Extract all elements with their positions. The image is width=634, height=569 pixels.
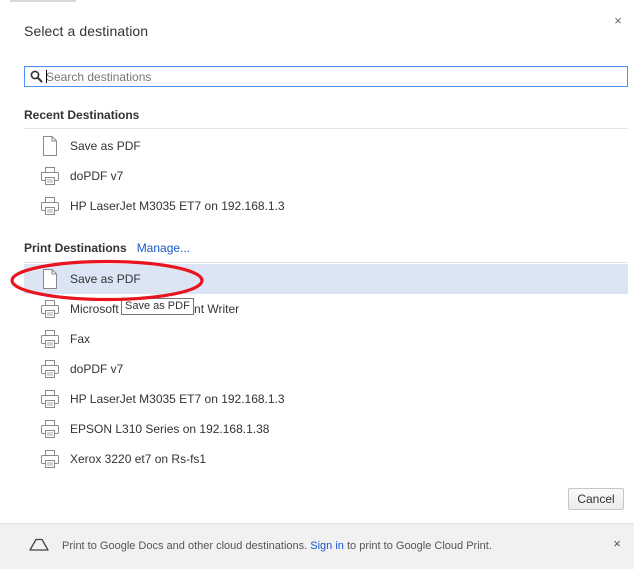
- print-divider: [24, 262, 628, 263]
- manage-link[interactable]: Manage...: [137, 241, 190, 255]
- print-item-label: Xerox 3220 et7 on Rs-fs1: [70, 452, 207, 466]
- print-item-label: EPSON L310 Series on 192.168.1.38: [70, 422, 270, 436]
- print-item-microsoft-xps[interactable]: Microsoft XPS Document Writer: [24, 294, 628, 324]
- dialog-title: Select a destination: [24, 23, 149, 39]
- sign-in-link[interactable]: Sign in: [310, 540, 344, 552]
- print-item-hp-laserjet[interactable]: HP LaserJet M3035 ET7 on 192.168.1.3: [24, 384, 628, 414]
- print-item-label: HP LaserJet M3035 ET7 on 192.168.1.3: [70, 392, 285, 406]
- cancel-button[interactable]: Cancel: [568, 488, 624, 510]
- search-box[interactable]: [24, 66, 628, 87]
- printer-icon: [41, 360, 59, 378]
- print-item-xerox[interactable]: Xerox 3220 et7 on Rs-fs1: [24, 444, 628, 474]
- printer-icon: [41, 197, 59, 215]
- cloud-drive-icon: [29, 538, 49, 551]
- recent-destinations-heading: Recent Destinations: [24, 108, 140, 122]
- print-destinations-heading: Print Destinations Manage...: [24, 241, 190, 255]
- close-dialog-button[interactable]: ×: [611, 14, 625, 28]
- printer-icon: [41, 330, 59, 348]
- footer-text-after: to print to Google Cloud Print.: [346, 540, 492, 552]
- printer-icon: [41, 300, 59, 318]
- top-strip: [10, 0, 76, 2]
- footer-message: Print to Google Docs and other cloud des…: [62, 540, 492, 552]
- recent-item-hp-laserjet[interactable]: HP LaserJet M3035 ET7 on 192.168.1.3: [24, 191, 628, 221]
- printer-icon: [41, 167, 59, 185]
- recent-item-dopdf[interactable]: doPDF v7: [24, 161, 628, 191]
- footer-text-before: Print to Google Docs and other cloud des…: [62, 540, 308, 552]
- print-item-label: doPDF v7: [70, 362, 124, 376]
- print-destinations-title: Print Destinations: [24, 241, 127, 255]
- recent-item-label: doPDF v7: [70, 169, 124, 183]
- print-item-label: Save as PDF: [70, 272, 141, 286]
- select-destination-dialog: Select a destination × Recent Destinatio…: [0, 0, 634, 569]
- search-icon: [30, 70, 43, 83]
- print-item-epson[interactable]: EPSON L310 Series on 192.168.1.38: [24, 414, 628, 444]
- print-item-save-as-pdf[interactable]: Save as PDF: [24, 264, 628, 294]
- print-item-dopdf[interactable]: doPDF v7: [24, 354, 628, 384]
- document-icon: [43, 136, 57, 156]
- recent-item-save-as-pdf[interactable]: Save as PDF: [24, 131, 628, 161]
- printer-icon: [41, 420, 59, 438]
- print-item-label: Fax: [70, 332, 91, 346]
- recent-divider: [24, 128, 628, 129]
- document-icon: [43, 269, 57, 289]
- cloud-print-footer: Print to Google Docs and other cloud des…: [0, 523, 634, 569]
- printer-icon: [41, 450, 59, 468]
- tooltip: Save as PDF: [121, 298, 194, 315]
- printer-icon: [41, 390, 59, 408]
- close-footer-button[interactable]: ×: [610, 537, 624, 551]
- recent-item-label: HP LaserJet M3035 ET7 on 192.168.1.3: [70, 199, 285, 213]
- print-item-fax[interactable]: Fax: [24, 324, 628, 354]
- search-input[interactable]: [46, 68, 616, 85]
- text-caret: [46, 70, 47, 83]
- recent-item-label: Save as PDF: [70, 139, 141, 153]
